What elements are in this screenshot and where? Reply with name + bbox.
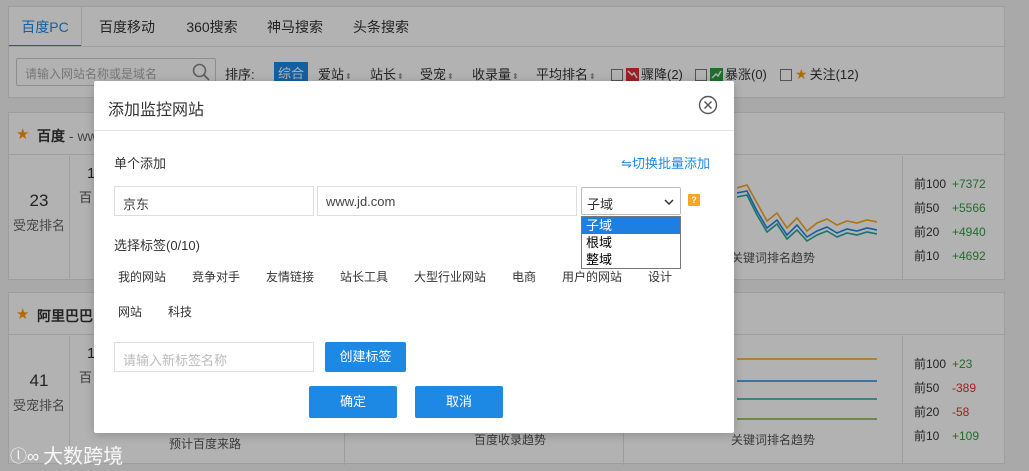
switch-batch-add-link[interactable]: ⇋切换批量添加 <box>621 153 710 172</box>
site-name-input[interactable]: 京东 <box>114 186 314 216</box>
tags-label: 选择标签(0/10) <box>114 238 200 253</box>
tag-design[interactable]: 设计 <box>648 268 672 285</box>
watermark: ⓛ∞ 大数跨境 <box>10 440 123 469</box>
option-root-domain[interactable]: 根域 <box>582 234 680 251</box>
tag-website[interactable]: 网站 <box>118 303 142 320</box>
close-icon[interactable] <box>698 95 718 115</box>
tag-user-sites[interactable]: 用户的网站 <box>562 268 622 285</box>
single-add-label: 单个添加 <box>114 156 167 171</box>
cancel-button[interactable]: 取消 <box>415 386 503 418</box>
option-whole-domain[interactable]: 整域 <box>582 251 680 268</box>
tag-competitors[interactable]: 竞争对手 <box>192 268 240 285</box>
confirm-button[interactable]: 确定 <box>309 386 397 418</box>
new-tag-placeholder: 请输入新标签名称 <box>123 353 228 368</box>
tag-technology[interactable]: 科技 <box>168 303 192 320</box>
tag-friend-links[interactable]: 友情链接 <box>266 268 314 285</box>
watermark-logo-icon: ⓛ∞ <box>10 447 40 466</box>
watermark-text: 大数跨境 <box>43 446 124 468</box>
option-subdomain[interactable]: 子域 <box>582 217 680 234</box>
create-tag-button[interactable]: 创建标签 <box>325 342 406 372</box>
help-icon[interactable]: ? <box>688 194 700 206</box>
tag-ecommerce[interactable]: 电商 <box>512 268 536 285</box>
new-tag-input[interactable]: 请输入新标签名称 <box>114 342 314 372</box>
site-name-value: 京东 <box>123 197 150 212</box>
domain-scope-select[interactable]: 子域 <box>581 187 681 215</box>
tag-my-sites[interactable]: 我的网站 <box>118 268 166 285</box>
site-domain-value: www.jd.com <box>326 194 396 209</box>
add-monitor-site-dialog: 添加监控网站 单个添加 ⇋切换批量添加 京东 www.jd.com 子域 ? 子… <box>94 81 734 433</box>
dialog-title: 添加监控网站 <box>108 102 205 119</box>
chevron-down-icon <box>664 199 674 206</box>
domain-scope-dropdown: 子域 根域 整域 <box>581 216 681 269</box>
domain-scope-value: 子域 <box>587 197 614 212</box>
tag-large-industry-sites[interactable]: 大型行业网站 <box>414 268 486 285</box>
site-domain-input[interactable]: www.jd.com <box>317 186 577 216</box>
dialog-header: 添加监控网站 <box>94 81 734 131</box>
tag-webmaster-tools[interactable]: 站长工具 <box>340 268 388 285</box>
